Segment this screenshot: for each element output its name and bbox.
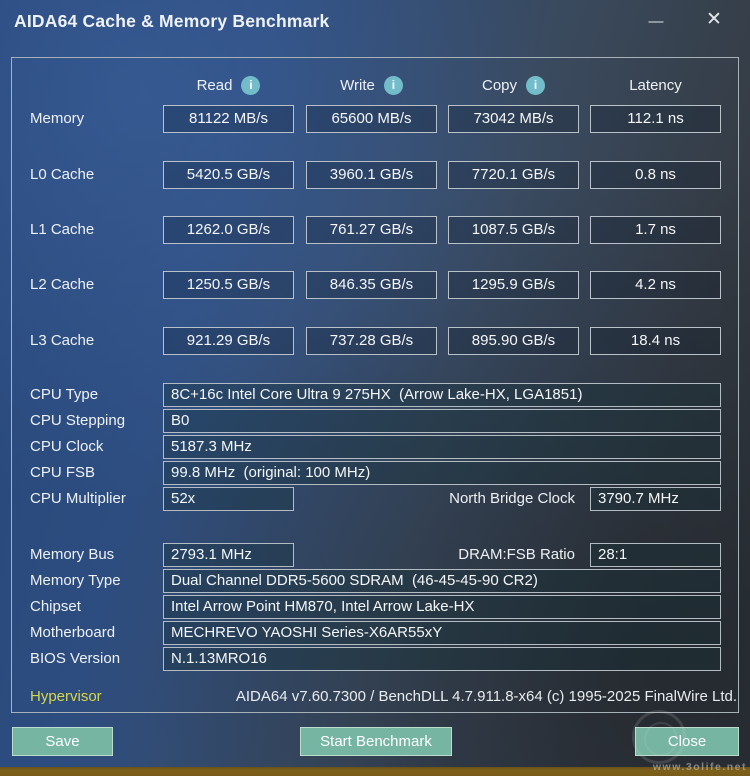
column-header-copy: Copy i <box>448 75 579 95</box>
row-label-l0-cache: L0 Cache <box>30 166 95 183</box>
save-button[interactable]: Save <box>12 727 113 756</box>
l3-copy-value: 895.90 GB/s <box>448 327 579 355</box>
bios-version-value: N.1.13MRO16 <box>163 647 721 671</box>
bios-version-label: BIOS Version <box>30 650 121 667</box>
l2-copy-value: 1295.9 GB/s <box>448 271 579 299</box>
copy-header-label: Copy <box>481 76 518 94</box>
l1-copy-value: 1087.5 GB/s <box>448 216 579 244</box>
memory-read-value: 81122 MB/s <box>163 105 294 133</box>
write-header-label: Write <box>340 76 375 94</box>
memory-bus-label: Memory Bus <box>30 546 115 563</box>
memory-copy-value: 73042 MB/s <box>448 105 579 133</box>
l0-latency-value: 0.8 ns <box>590 161 721 189</box>
l3-read-value: 921.29 GB/s <box>163 327 294 355</box>
bottom-bar <box>0 767 750 776</box>
motherboard-value: MECHREVO YAOSHI Series-X6AR55xY <box>163 621 721 645</box>
version-text: AIDA64 v7.60.7300 / BenchDLL 4.7.911.8-x… <box>235 688 737 705</box>
info-icon[interactable]: i <box>241 75 261 95</box>
column-header-latency: Latency <box>590 75 721 95</box>
memory-type-value: Dual Channel DDR5-5600 SDRAM (46-45-45-9… <box>163 569 721 593</box>
chipset-label: Chipset <box>30 598 81 615</box>
column-header-read: Read i <box>163 75 294 95</box>
dram-fsb-ratio-value: 28:1 <box>590 543 721 567</box>
l0-read-value: 5420.5 GB/s <box>163 161 294 189</box>
north-bridge-clock-label: North Bridge Clock <box>449 490 575 507</box>
north-bridge-clock-value: 3790.7 MHz <box>590 487 721 511</box>
row-label-l2-cache: L2 Cache <box>30 276 95 293</box>
cpu-fsb-label: CPU FSB <box>30 464 96 481</box>
cpu-type-value: 8C+16c Intel Core Ultra 9 275HX (Arrow L… <box>163 383 721 407</box>
chipset-value: Intel Arrow Point HM870, Intel Arrow Lak… <box>163 595 721 619</box>
l1-write-value: 761.27 GB/s <box>306 216 437 244</box>
cpu-stepping-value: B0 <box>163 409 721 433</box>
aida64-benchmark-window: AIDA64 Cache & Memory Benchmark — ✕ Read… <box>0 0 750 776</box>
l1-latency-value: 1.7 ns <box>590 216 721 244</box>
memory-type-label: Memory Type <box>30 572 121 589</box>
row-label-l3-cache: L3 Cache <box>30 332 95 349</box>
hypervisor-label: Hypervisor <box>30 688 102 705</box>
info-icon[interactable]: i <box>383 75 403 95</box>
cpu-clock-value: 5187.3 MHz <box>163 435 721 459</box>
info-icon[interactable]: i <box>526 75 546 95</box>
l0-copy-value: 7720.1 GB/s <box>448 161 579 189</box>
l2-write-value: 846.35 GB/s <box>306 271 437 299</box>
row-label-l1-cache: L1 Cache <box>30 221 95 238</box>
cpu-type-label: CPU Type <box>30 386 99 403</box>
l2-latency-value: 4.2 ns <box>590 271 721 299</box>
latency-header-label: Latency <box>629 76 682 94</box>
close-button[interactable]: Close <box>635 727 739 756</box>
motherboard-label: Motherboard <box>30 624 116 641</box>
dram-fsb-ratio-label: DRAM:FSB Ratio <box>458 546 575 563</box>
close-icon[interactable]: ✕ <box>697 0 731 40</box>
l0-write-value: 3960.1 GB/s <box>306 161 437 189</box>
minimize-icon[interactable]: — <box>639 0 673 40</box>
memory-bus-value: 2793.1 MHz <box>163 543 294 567</box>
l3-latency-value: 18.4 ns <box>590 327 721 355</box>
column-header-write: Write i <box>306 75 437 95</box>
cpu-multiplier-label: CPU Multiplier <box>30 490 126 507</box>
memory-latency-value: 112.1 ns <box>590 105 721 133</box>
cpu-multiplier-value: 52x <box>163 487 294 511</box>
read-header-label: Read <box>196 76 233 94</box>
watermark-text: www.3olife.net <box>652 761 747 773</box>
memory-write-value: 65600 MB/s <box>306 105 437 133</box>
l3-write-value: 737.28 GB/s <box>306 327 437 355</box>
l1-read-value: 1262.0 GB/s <box>163 216 294 244</box>
cpu-clock-label: CPU Clock <box>30 438 104 455</box>
row-label-memory: Memory <box>30 110 85 127</box>
cpu-fsb-value: 99.8 MHz (original: 100 MHz) <box>163 461 721 485</box>
l2-read-value: 1250.5 GB/s <box>163 271 294 299</box>
start-benchmark-button[interactable]: Start Benchmark <box>300 727 452 756</box>
cpu-stepping-label: CPU Stepping <box>30 412 126 429</box>
window-title: AIDA64 Cache & Memory Benchmark <box>14 11 330 31</box>
